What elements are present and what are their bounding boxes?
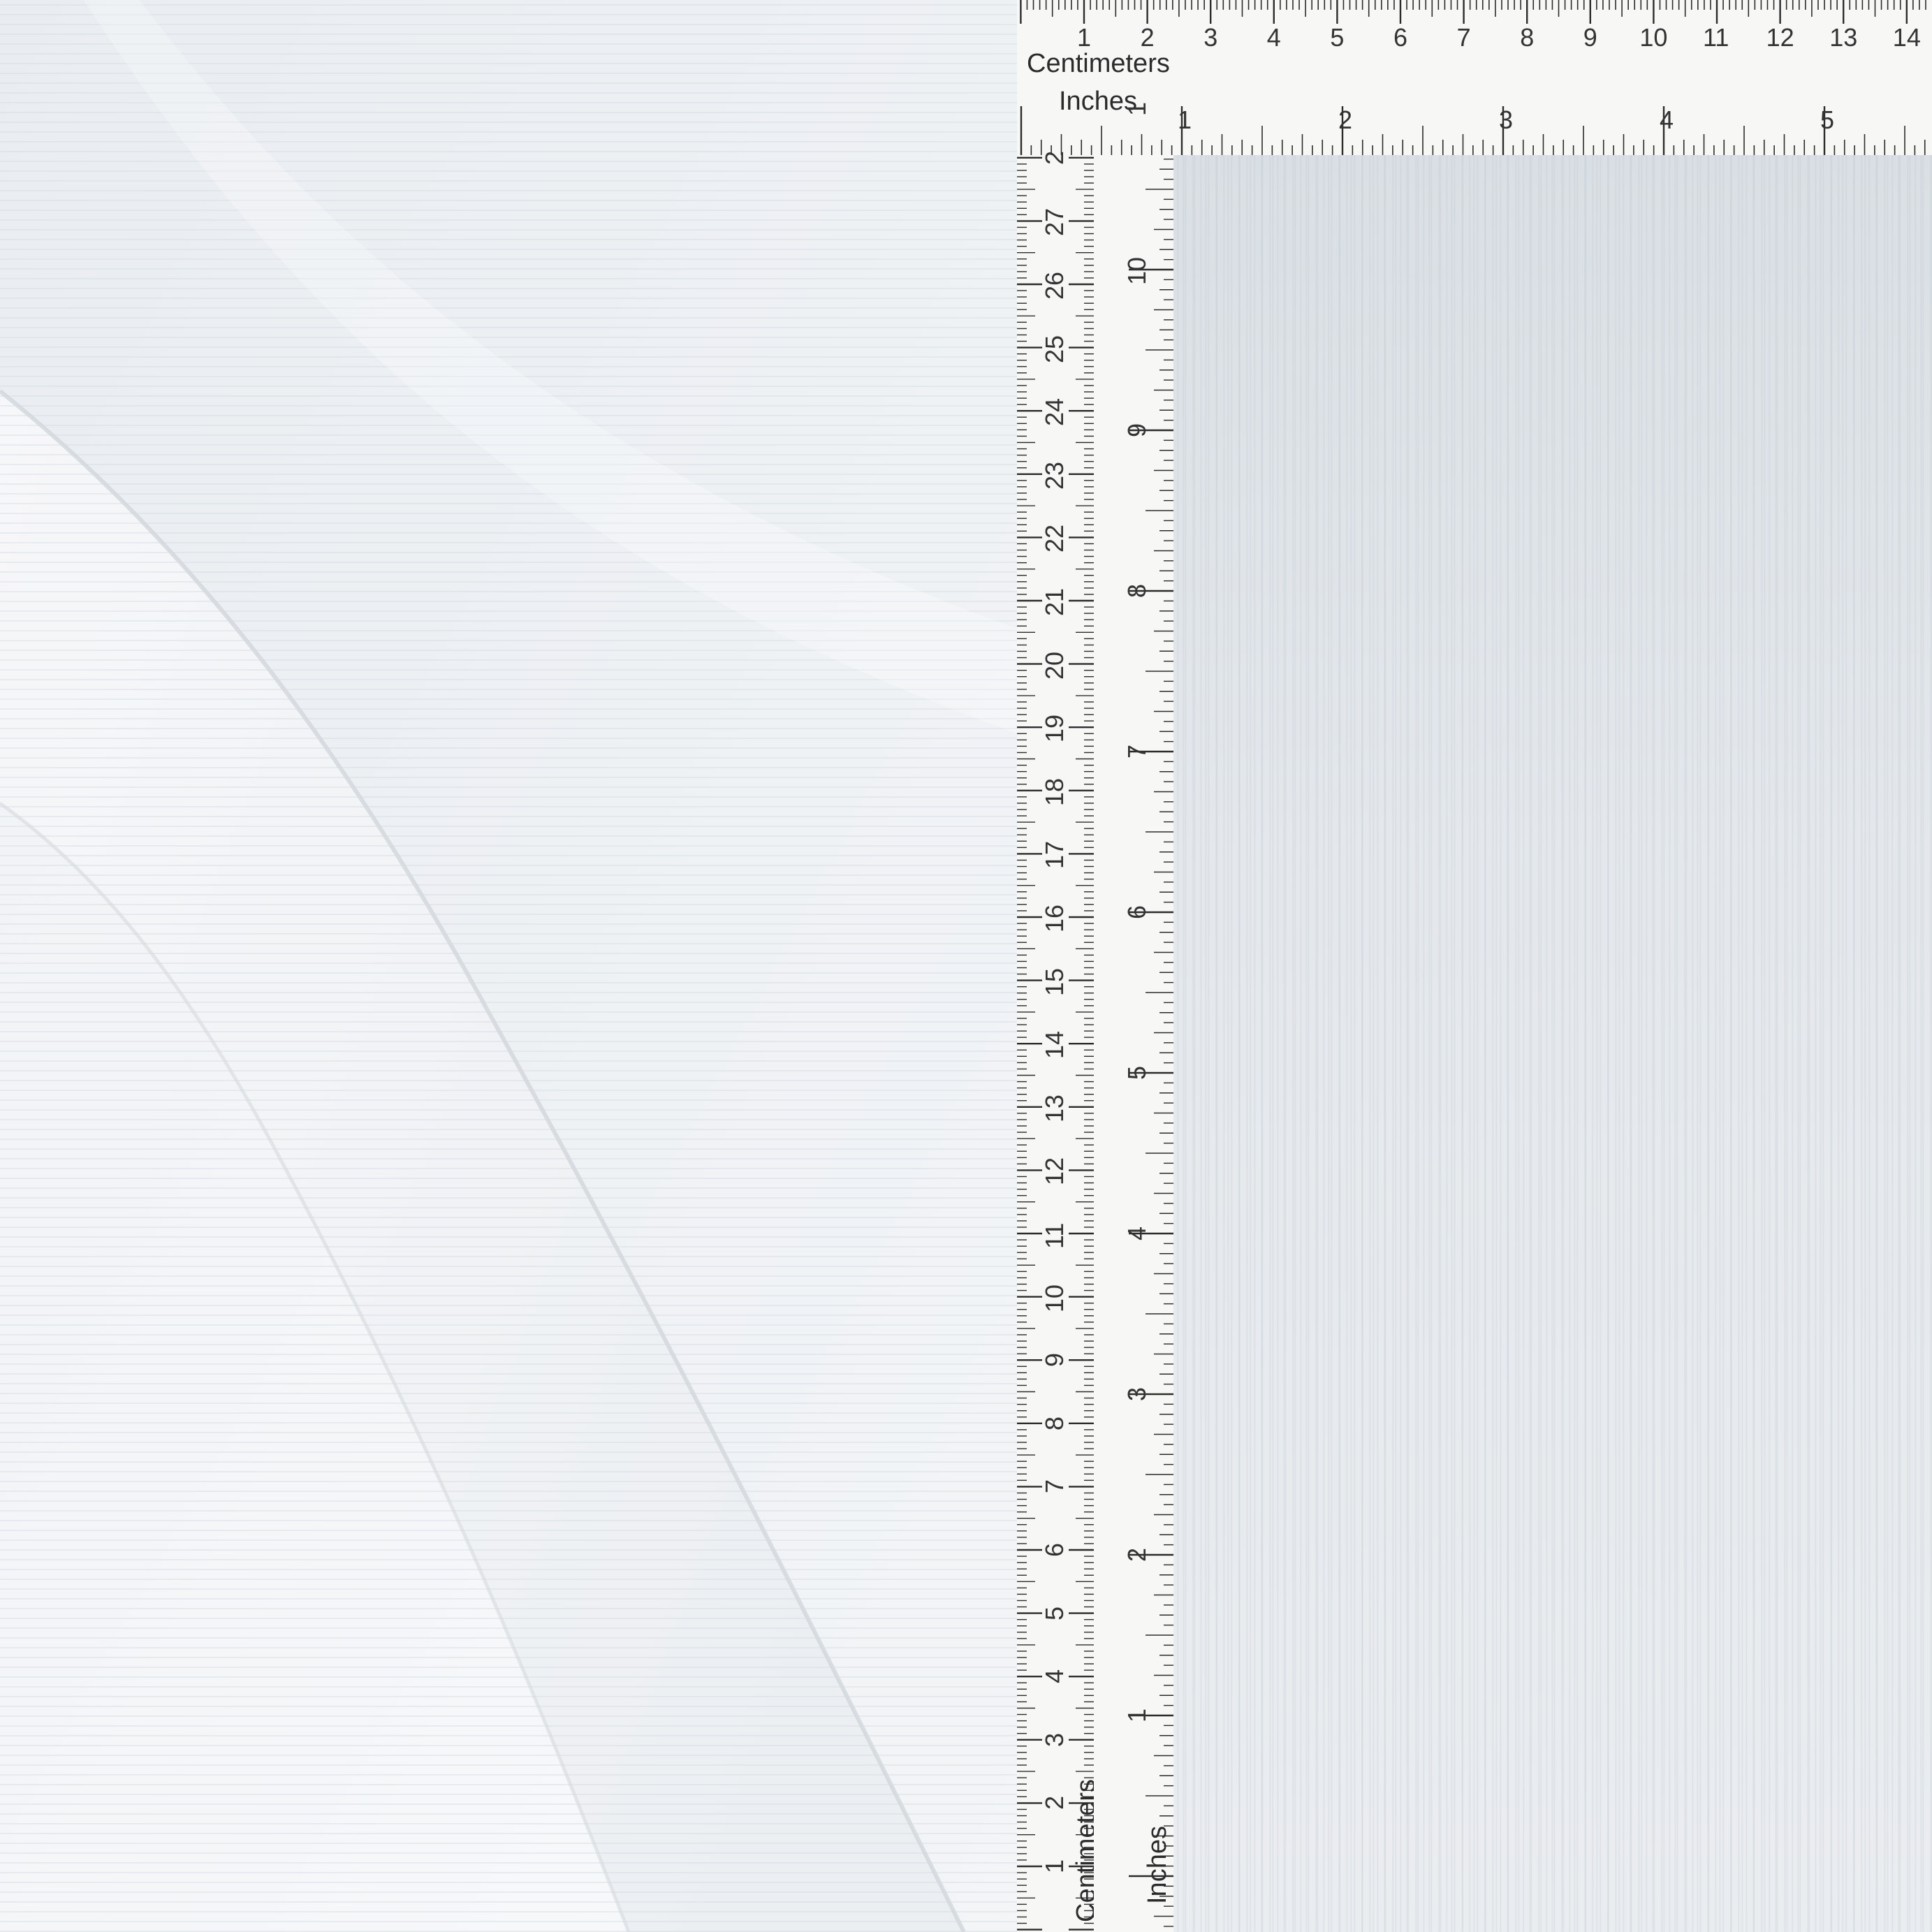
left-in-label: Inches: [1143, 1826, 1172, 1904]
ruler-number: 12: [1040, 1157, 1069, 1186]
ruler-number: 10: [1122, 256, 1151, 285]
fabric-swatch-closeup: [1173, 155, 1932, 1932]
top-cm-label: Centimeters: [1027, 49, 1170, 78]
ruler-number: 21: [1040, 587, 1069, 616]
ruler-number: 2: [1040, 1796, 1069, 1810]
ruler-number: 4: [1040, 1669, 1069, 1684]
ruler-number: 9: [1583, 23, 1597, 52]
ruler-number: 6: [1393, 23, 1408, 52]
ruler-number: 19: [1040, 715, 1069, 743]
ruler-number: 10: [1040, 1284, 1069, 1312]
ruler-number: 13: [1040, 1094, 1069, 1122]
left-inch-ruler: 1 2 3 4 5 6 7 8 9 10 1 Inches: [1094, 102, 1173, 1932]
ruler-number: 1: [1040, 1859, 1069, 1873]
ruler-number: 15: [1040, 967, 1069, 996]
ruler-number: 18: [1040, 777, 1069, 806]
ruler-number: 3: [1203, 23, 1218, 52]
ruler-number: 7: [1040, 1479, 1069, 1494]
ruler-number: 25: [1040, 335, 1069, 363]
ruler-number: 8: [1040, 1416, 1069, 1430]
ruler-number: 1: [1178, 105, 1192, 134]
ruler-number: 6: [1122, 905, 1151, 919]
ruler-number: 11: [1040, 1222, 1069, 1249]
ruler-number: 8: [1520, 23, 1535, 52]
ruler-number: 4: [1266, 23, 1281, 52]
ruler-number: 1: [1077, 23, 1092, 52]
ruler-number: 26: [1040, 271, 1069, 300]
ruler-number: 5: [1122, 1065, 1151, 1080]
ruler-number: 22: [1040, 525, 1069, 553]
ruler-number: 5: [1820, 105, 1835, 134]
ruler-number: 3: [1499, 105, 1514, 134]
left-centimeter-ruler: 1 2 3 4 5 6 7 8 9 10 11 12 13 14 15 16 17 18 19 20 21 22 23 24 2…: [1017, 151, 1101, 1932]
top-in-ticks: [1020, 106, 1926, 155]
ruler-number: 27: [1040, 208, 1069, 237]
folded-fabric-photo: [0, 0, 1017, 1932]
ruler-number: 1: [1122, 101, 1151, 116]
left-in-ticks: [1129, 159, 1173, 1927]
ruler-number: 2: [1122, 1547, 1151, 1562]
ruler-number: 7: [1456, 23, 1471, 52]
ruler-number: 2: [1140, 23, 1155, 52]
ruler-number: 9: [1040, 1353, 1069, 1368]
ruler-number: 16: [1040, 904, 1069, 932]
ruler-number: 5: [1330, 23, 1345, 52]
ruler-number: 23: [1040, 461, 1069, 490]
ruler-number: 20: [1040, 651, 1069, 680]
ruler-number: 17: [1040, 841, 1069, 870]
ruler-number: 14: [1892, 23, 1921, 52]
ruler-number: 6: [1040, 1542, 1069, 1557]
ruler-number: 14: [1040, 1031, 1069, 1060]
ruler-number: 11: [1703, 23, 1729, 52]
ruler-number: 2: [1338, 105, 1353, 134]
ruler-number: 10: [1639, 23, 1668, 52]
ruler-number: 2: [1040, 150, 1069, 165]
ruler-number: 4: [1660, 105, 1674, 134]
ruler-number: 24: [1040, 398, 1069, 427]
ruler-number: 12: [1766, 23, 1794, 52]
ruler-number: 8: [1122, 583, 1151, 598]
ruler-number: 9: [1122, 423, 1151, 437]
ruler-number: 13: [1829, 23, 1858, 52]
ruler-number: 1: [1122, 1708, 1151, 1722]
ruler-number: 3: [1122, 1386, 1151, 1401]
top-centimeter-ruler: 1 2 3 4 5 6 7 8 9 10 11 12 13 14 Centimeters: [1017, 0, 1932, 81]
ruler-number: 3: [1040, 1732, 1069, 1747]
top-inch-ruler: 12345 Inches: [1017, 80, 1932, 155]
ruler-number: 5: [1040, 1606, 1069, 1620]
fabric-product-photo: 1 2 3 4 5 6 7 8 9 10 11 12 13 14 Centimeters 12345 In…: [0, 0, 1932, 1932]
ruler-number: 7: [1122, 744, 1151, 759]
ruler-number: 4: [1122, 1226, 1151, 1241]
fabric-folds-drawing: [0, 0, 1017, 1932]
